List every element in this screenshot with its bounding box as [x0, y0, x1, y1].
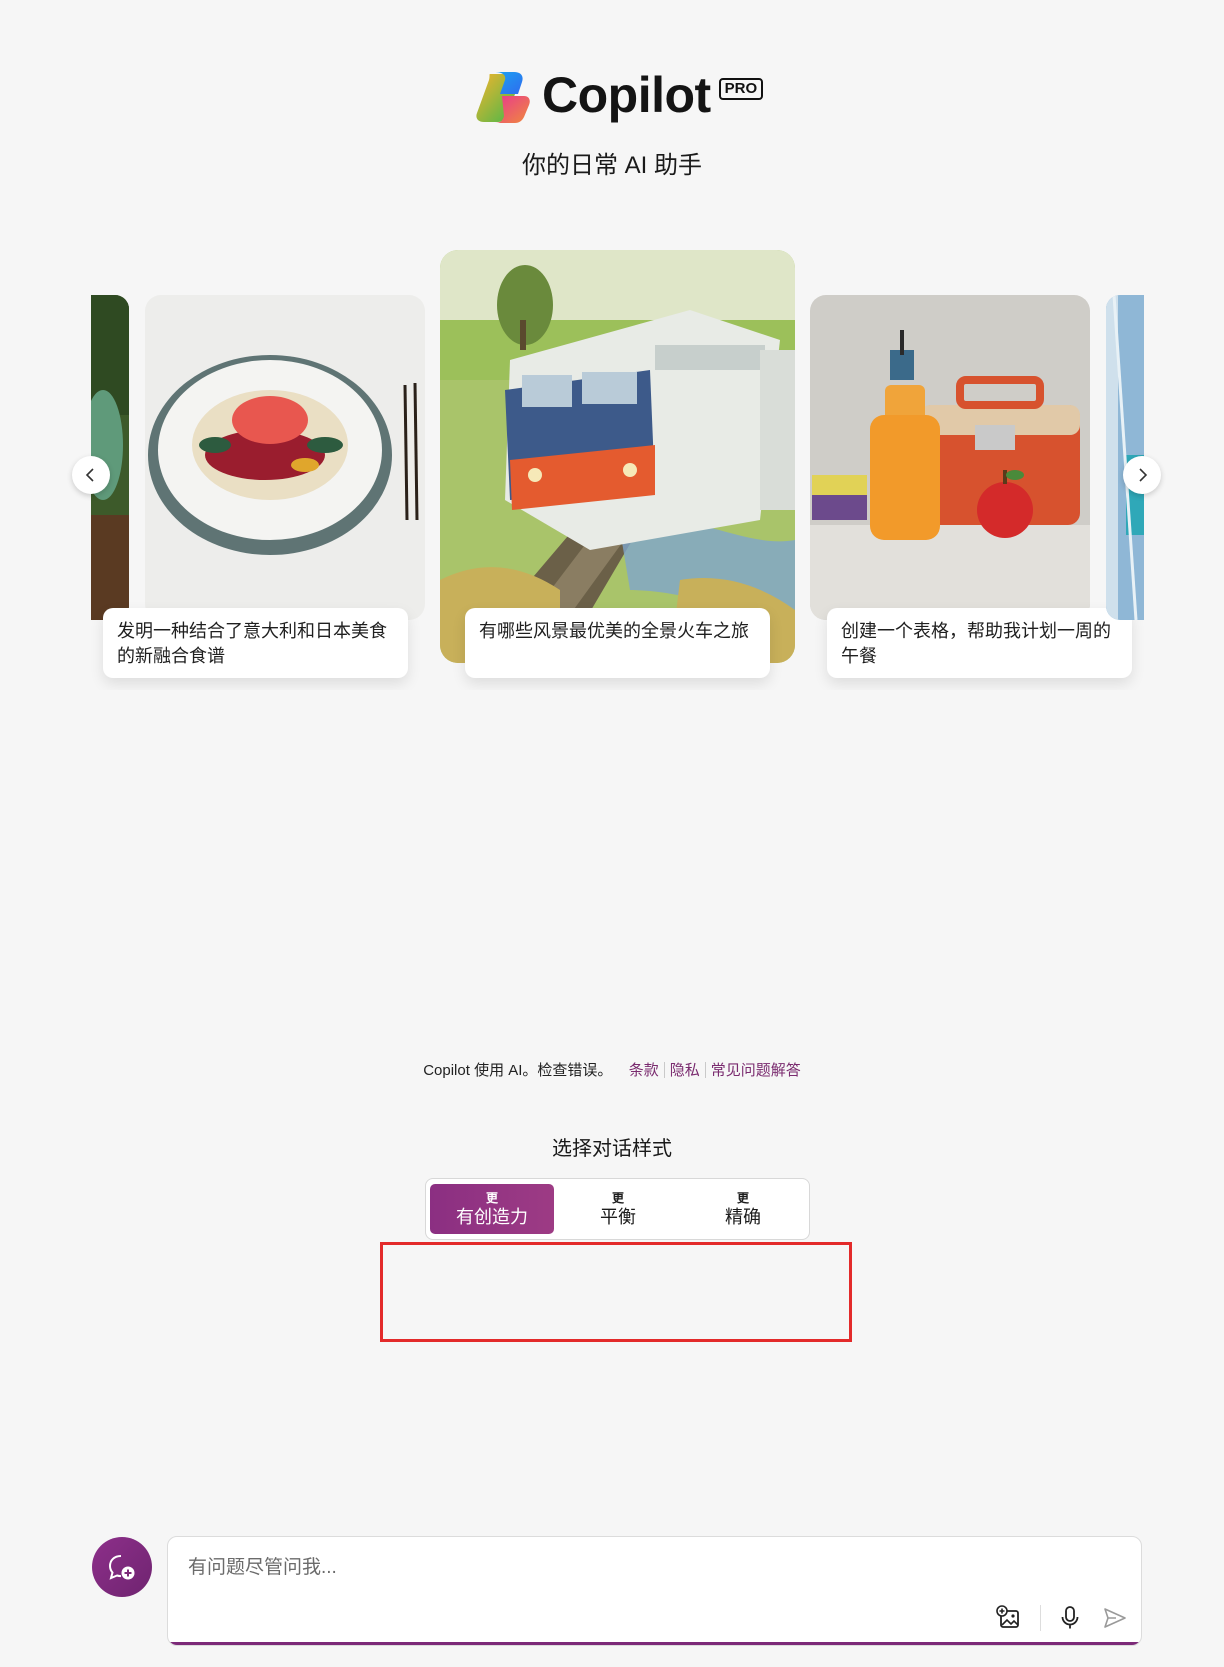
send-button[interactable]: [1100, 1603, 1130, 1633]
style-option-prefix: 更: [485, 1191, 498, 1205]
chat-composer: [167, 1536, 1142, 1646]
tagline: 你的日常 AI 助手: [521, 152, 702, 179]
highlight-box: [380, 1242, 852, 1342]
tool-divider: [1040, 1605, 1041, 1631]
app-name: Copilot: [542, 67, 711, 123]
add-image-icon: [996, 1605, 1019, 1628]
carousel-prev-button[interactable]: [72, 456, 110, 494]
style-option-prefix: 更: [611, 1191, 624, 1205]
link-divider: [704, 1062, 706, 1078]
card-caption: 创建一个表格，帮助我计划一周的午餐: [827, 608, 1132, 678]
card-caption: 发明一种结合了意大利和日本美食的新融合食谱: [103, 608, 408, 678]
train-image: [440, 250, 795, 663]
style-option-label: 有创造力: [456, 1207, 528, 1227]
suggestion-carousel: 发明一种结合了意大利和日本美食的新融合食谱 有哪些风景最优美的全景火车之旅 创建…: [91, 250, 1144, 690]
style-option-balanced[interactable]: 更 平衡: [556, 1184, 680, 1234]
pro-badge: PRO: [718, 78, 764, 100]
notice-text: Copilot 使用 AI。检查错误。: [423, 1062, 613, 1079]
conversation-style-title: 选择对话样式: [552, 1138, 672, 1160]
chevron-right-icon: [1139, 468, 1148, 482]
style-option-creative[interactable]: 更 有创造力: [430, 1184, 554, 1234]
card-caption: 有哪些风景最优美的全景火车之旅: [465, 608, 770, 678]
conversation-style-picker: 更 有创造力 更 平衡 更 精确: [425, 1178, 810, 1240]
carousel-card-fusion-recipe[interactable]: 发明一种结合了意大利和日本美食的新融合食谱: [103, 295, 450, 680]
carousel-next-button[interactable]: [1123, 456, 1161, 494]
microphone-button[interactable]: [1055, 1603, 1085, 1633]
fusion-dish-image: [145, 295, 425, 620]
style-option-label: 平衡: [600, 1207, 636, 1227]
style-option-precise[interactable]: 更 精确: [681, 1184, 805, 1234]
faq-link[interactable]: 常见问题解答: [711, 1062, 801, 1079]
link-divider: [663, 1062, 665, 1078]
new-topic-button[interactable]: [92, 1537, 152, 1597]
composer-accent-bar: [168, 1642, 1141, 1645]
lunchbox-image: [810, 295, 1090, 620]
copilot-logo-icon: [476, 72, 530, 123]
send-icon: [1104, 1608, 1126, 1628]
microphone-icon: [1061, 1606, 1079, 1629]
ai-notice: Copilot 使用 AI。检查错误。 条款 隐私 常见问题解答: [0, 1059, 1224, 1080]
carousel-card-lunch-table[interactable]: 创建一个表格，帮助我计划一周的午餐: [810, 295, 1135, 680]
terms-link[interactable]: 条款: [629, 1062, 659, 1079]
brand: Copilot PRO: [472, 64, 764, 126]
new-topic-icon: [108, 1555, 135, 1580]
carousel-card-train-journeys[interactable]: 有哪些风景最优美的全景火车之旅: [440, 250, 795, 680]
privacy-link[interactable]: 隐私: [670, 1062, 700, 1079]
add-image-button[interactable]: [994, 1603, 1024, 1633]
chevron-left-icon: [85, 468, 94, 482]
style-option-label: 精确: [725, 1207, 761, 1227]
chat-input[interactable]: [186, 1553, 990, 1583]
style-option-prefix: 更: [736, 1191, 749, 1205]
